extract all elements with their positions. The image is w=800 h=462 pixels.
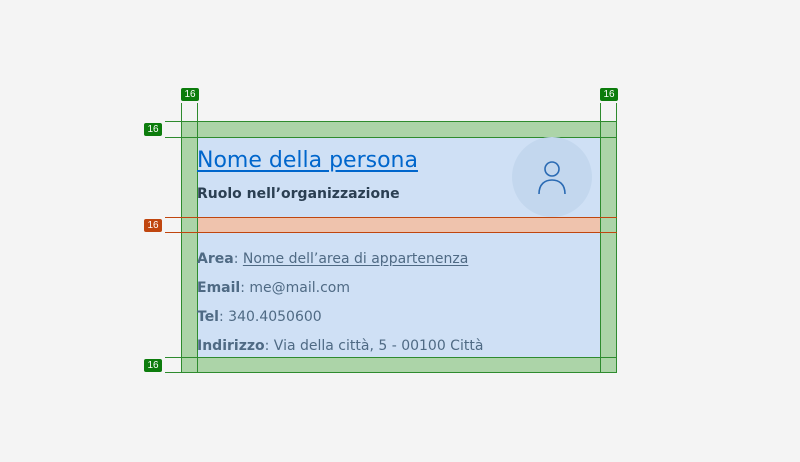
address-value: Via della città, 5 - 00100 Città <box>273 338 484 354</box>
padding-bottom-overlay <box>182 357 616 372</box>
avatar <box>512 137 592 217</box>
area-row: Area: Nome dell’area di appartenenza <box>197 251 468 267</box>
address-separator: : <box>264 338 274 354</box>
email-label: Email <box>197 280 241 296</box>
person-name-link[interactable]: Nome della persona <box>197 148 418 173</box>
guide-line-left-outer <box>181 103 182 373</box>
user-icon <box>538 161 566 195</box>
guide-line-top-outer <box>165 121 617 122</box>
divider-spacing-overlay <box>197 217 601 233</box>
email-value: me@mail.com <box>249 280 350 296</box>
guide-line-bottom-inner <box>165 357 617 358</box>
tel-value: 340.4050600 <box>228 309 322 325</box>
tel-separator: : <box>218 309 229 325</box>
area-separator: : <box>233 251 243 267</box>
email-separator: : <box>240 280 250 296</box>
spacing-badge-side-top: 16 <box>144 123 162 136</box>
spacing-badge-side-middle: 16 <box>144 219 162 232</box>
padding-top-overlay <box>182 122 616 137</box>
area-label: Area <box>197 251 234 267</box>
guide-line-left-inner <box>197 103 198 373</box>
spacing-badge-top-left: 16 <box>181 88 199 101</box>
guide-line-bottom-outer <box>165 372 617 373</box>
padding-left-overlay <box>182 122 197 372</box>
spacing-badge-side-bottom: 16 <box>144 359 162 372</box>
person-role: Ruolo nell’organizzazione <box>197 186 400 202</box>
guide-line-divider-top <box>165 217 617 218</box>
tel-row: Tel: 340.4050600 <box>197 309 322 325</box>
address-row: Indirizzo: Via della città, 5 - 00100 Ci… <box>197 338 483 354</box>
tel-label: Tel <box>197 309 219 325</box>
padding-right-overlay <box>601 122 616 372</box>
area-link[interactable]: Nome dell’area di appartenenza <box>243 251 468 267</box>
guide-line-right-outer <box>616 103 617 373</box>
guide-line-right-inner <box>600 103 601 373</box>
guide-line-divider-bottom <box>165 232 617 233</box>
spacing-badge-top-right: 16 <box>600 88 618 101</box>
email-row: Email: me@mail.com <box>197 280 350 296</box>
address-label: Indirizzo <box>197 338 265 354</box>
